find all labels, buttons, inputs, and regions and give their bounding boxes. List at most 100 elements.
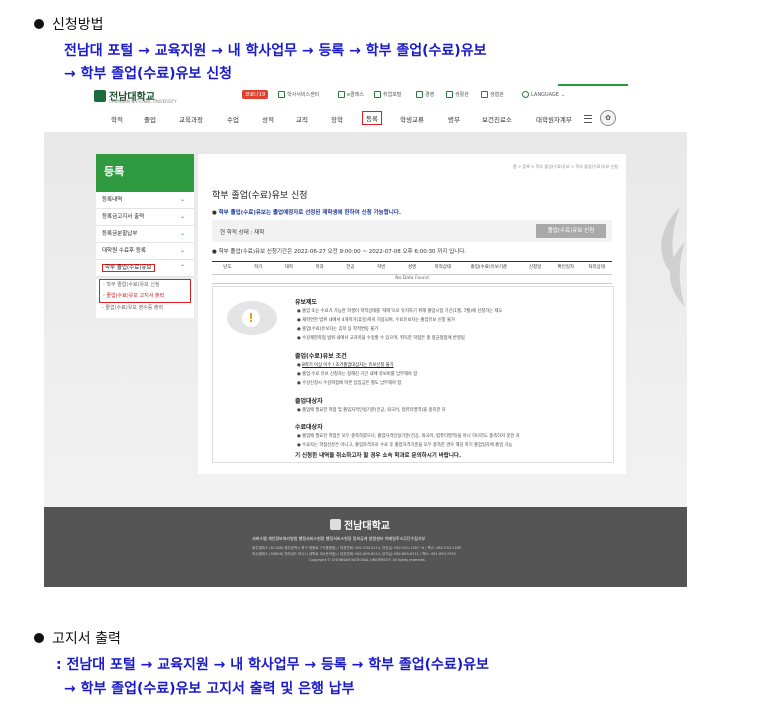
footer-logo-mark-icon	[330, 519, 341, 530]
status-row: 현 학적 상태 : 재학 졸업(수료)유보 신청	[212, 220, 612, 242]
leaf-decoration-icon	[661, 207, 685, 307]
main-panel: 홈 > 등록 > 학부 졸업(수료)유보 > 학부 졸업(수료)유보 신청 학부…	[198, 154, 626, 474]
section2-path-line1: : 전남대 포털 → 교육지원 → 내 학사업무 → 등록 → 학부 졸업(수료…	[56, 657, 489, 673]
footer-links[interactable]: 서비스맵 개인정보처리방침 행정서비스헌장 행정서비스헌장 정보공개 청렴센터 …	[252, 536, 425, 542]
calendar-icon	[338, 91, 345, 98]
sidebar-item-selected[interactable]: 학부 졸업(수료)유보 ⌃	[96, 260, 194, 277]
page-title: 학부 졸업(수료)유보 신청	[212, 191, 308, 201]
warning-badge: !	[227, 301, 277, 335]
bullet-icon	[34, 633, 44, 643]
footer-copyright: Copyright © CHONNAM NATIONAL UNIVERSITY.…	[309, 558, 426, 562]
util-link-6[interactable]: 생협관	[481, 91, 504, 98]
logo-subtitle: CHONNAM NATIONAL UNIVERSITY	[109, 99, 177, 104]
info-sec2-item: ● 수강신청시 수강학점에 따른 납임금은 별도 납부해야 함	[297, 381, 402, 386]
section2-heading: 고지서 출력	[34, 628, 121, 648]
sidebar-submenu: - 학부 졸업(수료)유보 신청 - 졸업(수료)유보 고지서 출력 - 졸업(…	[96, 279, 194, 318]
chevron-up-icon: ⌃	[179, 264, 185, 271]
info-sec4-title: 수료대상자	[295, 424, 323, 431]
sidebar-item-1[interactable]: 등록내역 ⌄	[96, 192, 194, 209]
emblem-icon: ✿	[600, 110, 616, 126]
sidebar-item-3[interactable]: 등록금분할납부 ⌄	[96, 226, 194, 243]
chevron-down-icon: ⌄	[179, 230, 185, 237]
globe-icon	[522, 91, 529, 98]
footer-logo: 전남대학교	[330, 517, 390, 532]
sidebar-submenu-highlight: - 학부 졸업(수료)유보 신청 - 졸업(수료)유보 고지서 출력	[99, 279, 191, 303]
menu-item-7[interactable]: 장학	[331, 114, 343, 124]
info-sec1-item: ● 수강제한학점 범위 내에서 교과목을 수강할 수 있으며, 취득한 학점은 …	[297, 336, 465, 341]
language-selector[interactable]: LANGUAGE ⌄	[522, 91, 565, 98]
bell-icon	[481, 91, 488, 98]
menu-item-1[interactable]: 학적	[111, 114, 123, 124]
menu-item-register[interactable]: 등록	[362, 111, 382, 125]
menu-item-9[interactable]: 학생교류	[400, 114, 424, 124]
exclamation-icon: !	[242, 309, 260, 327]
menu-item-10[interactable]: 병무	[448, 114, 460, 124]
main-menu: 학적 졸업 교육과정 수업 성적 교직 장학 등록 학생교류 병무 보건진료소 …	[44, 106, 687, 133]
people-icon	[374, 91, 381, 98]
info-sec4-item: ● 수료자는 학점신분은 아니고, 졸업자격자로 수료 후 졸업자격기준을 모두…	[297, 443, 513, 448]
notice-text: ● 학부 졸업(수료)유보는 졸업예정자로 선정된 재학생에 한하여 신청 가능…	[212, 210, 402, 216]
section2-path-line2: → 학부 졸업(수료)유보 고지서 출력 및 은행 납부	[64, 681, 355, 697]
table-empty-row: No Data Found	[212, 275, 612, 284]
submenu-item-apply[interactable]: - 학부 졸업(수료)유보 신청	[100, 280, 190, 291]
submenu-item-receipt[interactable]: - 졸업(수료)유보 영수증 출력	[99, 303, 194, 314]
content-area: 등록 등록내역 ⌄ 등록금고지서 출력 ⌄ 등록금분할납부 ⌄ 대학원 수료후 등록 ⌄…	[44, 132, 687, 507]
info-sec2-item: ● 졸업·수료 유보 신청자는 정해진 기간 내에 유보비를 납부해야 함	[297, 372, 418, 377]
portal-screenshot: 전남대학교 CHONNAM NATIONAL UNIVERSITY 코로나19 …	[44, 84, 687, 587]
bullet-icon	[34, 19, 44, 29]
chevron-down-icon: ⌄	[179, 213, 185, 220]
status-label: 현 학적 상태 : 재학	[220, 230, 265, 236]
info-sec3-item: ● 졸업에 필요한 학점 및 졸업자격인정기준(전공, 외국어, 컴퓨터영역)을…	[297, 408, 446, 413]
util-link-4[interactable]: 경영	[416, 91, 434, 98]
menu-item-11[interactable]: 보건진료소	[482, 114, 512, 124]
logo-mark-icon	[94, 89, 106, 102]
menu-item-4[interactable]: 수업	[227, 114, 239, 124]
info-sec1-title: 유보제도	[295, 299, 318, 306]
info-sec1-item: ● 재학연한 범위 내에서 4개학기(휴강)까지 허용되며, 수료유보자는 졸업…	[297, 318, 455, 323]
menu-item-12[interactable]: 대학원자계부	[536, 114, 572, 124]
util-link-1[interactable]: 학사서비스센터	[278, 91, 319, 98]
info-sec1-item: ● 졸업(수료)유보자는 휴학 등 학적변동 불가	[297, 327, 379, 332]
section2-title: 고지서 출력	[52, 631, 121, 647]
footer-address-1: 광주캠퍼스 (61186) 광주광역시 북구 용봉로 77(용봉동) / 대표전…	[252, 546, 462, 550]
cancel-notice: 기 신청한 내역을 취소하고자 할 경우 소속 학과로 문의하시기 바랍니다.	[295, 453, 462, 459]
chevron-down-icon: ⌄	[560, 91, 566, 98]
home-icon	[446, 91, 453, 98]
info-box: ! 유보제도 ● 졸업 또는 수료가 가능한 학생이 학적상태를 '재학'으로 …	[212, 286, 614, 463]
breadcrumb: 홈 > 등록 > 학부 졸업(수료)유보 > 학부 졸업(수료)유보 신청	[512, 164, 618, 169]
sidebar: 등록 등록내역 ⌄ 등록금고지서 출력 ⌄ 등록금분할납부 ⌄ 대학원 수료후 등록 ⌄…	[96, 154, 194, 318]
board-icon	[416, 91, 423, 98]
util-link-2[interactable]: e클래스	[338, 91, 364, 98]
sidebar-item-4[interactable]: 대학원 수료후 등록 ⌄	[96, 243, 194, 260]
sidebar-item-2[interactable]: 등록금고지서 출력 ⌄	[96, 209, 194, 226]
util-link-5[interactable]: 생활관	[446, 91, 469, 98]
info-sec2-item: ● 8학기 이상 이수 / 조기졸업대상자는 유보신청 불가	[297, 363, 394, 368]
chevron-down-icon: ⌄	[179, 196, 185, 203]
section1-path-line2: → 학부 졸업(수료)유보 신청	[64, 66, 232, 82]
accent-line	[558, 84, 628, 86]
menu-item-3[interactable]: 교육과정	[179, 114, 203, 124]
covid-badge[interactable]: 코로나19	[242, 90, 269, 99]
submenu-item-bill[interactable]: - 졸업(수료)유보 고지서 출력	[100, 291, 190, 302]
section1-title: 신청방법	[52, 17, 104, 33]
info-sec2-title: 졸업(수료)유보 조건	[295, 353, 347, 360]
top-utility-bar: 전남대학교 CHONNAM NATIONAL UNIVERSITY 코로나19 …	[44, 84, 687, 107]
section1-heading: 신청방법	[34, 14, 104, 34]
footer-address-2: 여수캠퍼스 (59626) 전라남도 여수시 대학로 50(둔덕동) / 대표전…	[252, 552, 456, 556]
data-table: 년도 학기 대학 학과 전공 학번 성명 학적상태 졸업(수료)유보기준 신청일 확인일자 처리상태 …	[212, 261, 612, 284]
menu-item-2[interactable]: 졸업	[144, 114, 156, 124]
info-sec4-item: ● 졸업에 필요한 학점은 모두 충족하였으나, 졸업자격인정기준(전공, 외국…	[297, 434, 520, 439]
sidebar-header: 등록	[96, 154, 194, 192]
building-icon	[278, 91, 285, 98]
info-sec1-item: ● 졸업 또는 수료가 가능한 학생이 학적상태를 '재학'으로 유지하기 위해…	[297, 309, 503, 314]
table-header: 년도 학기 대학 학과 전공 학번 성명 학적상태 졸업(수료)유보기준 신청일 확인일자 처리상태	[212, 262, 612, 275]
util-link-3[interactable]: 취업포털	[374, 91, 401, 98]
hamburger-icon[interactable]	[584, 115, 592, 123]
footer: 전남대학교 서비스맵 개인정보처리방침 행정서비스헌장 행정서비스헌장 정보공개…	[44, 507, 687, 587]
apply-button[interactable]: 졸업(수료)유보 신청	[536, 224, 606, 238]
info-sec3-title: 졸업대상자	[295, 398, 323, 405]
menu-item-6[interactable]: 교직	[296, 114, 308, 124]
menu-item-5[interactable]: 성적	[262, 114, 274, 124]
period-text: ● 학부 졸업(수료)유보 신청기간은 2022-06-27 오전 9:00:0…	[212, 249, 467, 255]
section1-path-line1: 전남대 포털 → 교육지원 → 내 학사업무 → 등록 → 학부 졸업(수료)유…	[64, 43, 487, 59]
